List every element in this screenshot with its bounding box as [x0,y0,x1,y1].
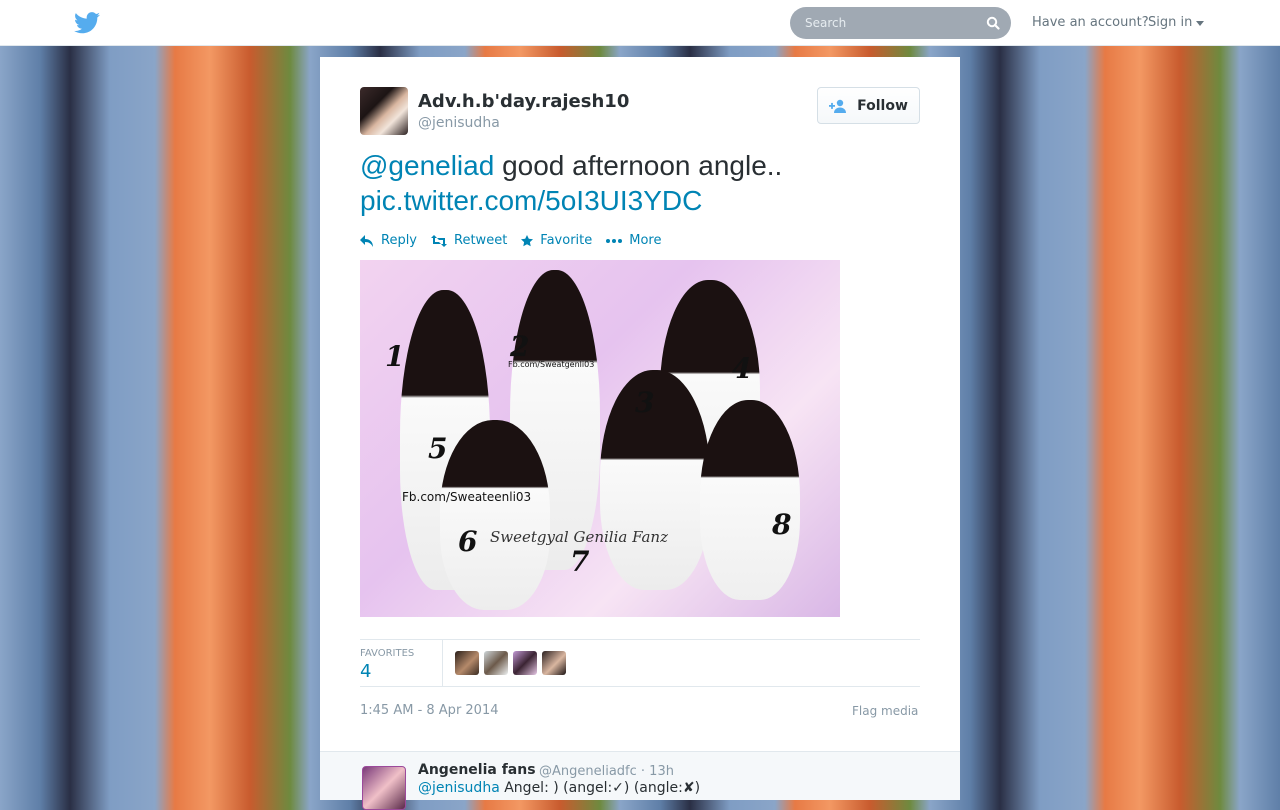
follow-label: Follow [857,97,908,114]
favorite-label: Favorite [540,233,593,248]
avatar[interactable] [362,766,406,810]
search-input[interactable] [803,15,981,31]
reply-action[interactable]: Reply [360,233,417,248]
media-signature: Sweetgyal Genilia Fanz [490,528,669,546]
tweet-actions: Reply Retweet Favorite More [360,233,661,248]
reply-label: Reply [381,233,418,248]
star-icon [521,234,534,246]
media-number: 5 [428,432,448,465]
tweet-stats: FAVORITES 4 [360,639,920,687]
media-watermark: Fb.com/Sweateenli03 [402,490,532,504]
tweet-body: good afternoon angle.. [494,150,783,181]
sign-in-button[interactable]: Sign in [1148,15,1205,30]
media-number: 2 [510,330,530,363]
more-action[interactable]: More [606,233,661,248]
favoriter-avatar[interactable] [484,651,508,675]
favorite-action[interactable]: Favorite [521,233,592,248]
add-user-icon [829,99,847,113]
tweet-timestamp[interactable]: 1:45 AM - 8 Apr 2014 [360,703,499,718]
tweet-text: @geneliad good afternoon angle.. pic.twi… [360,148,920,218]
media-number: 4 [732,352,752,385]
media-figure [440,420,550,610]
follow-button[interactable]: Follow [817,87,920,124]
retweet-label: Retweet [454,233,508,248]
reply-text: @jenisudha Angel: ) (angel:✓) (angle:✘) [418,780,700,796]
reply-user-meta[interactable]: @Angeneliadfc · 13h [539,764,674,779]
user-handle[interactable]: @jenisudha [418,115,500,131]
media-number: 1 [385,340,405,373]
tweet-media-image[interactable]: 1 2 3 4 5 6 7 8 Fb.com/Sweatgenli03 Fb.c… [360,260,840,617]
more-dots-icon [606,238,623,243]
favoriter-avatar[interactable] [542,651,566,675]
media-watermark: Fb.com/Sweatgenli03 [508,360,595,369]
media-number: 8 [772,508,792,541]
retweet-action[interactable]: Retweet [431,233,507,248]
caret-down-icon [1196,21,1205,26]
media-number: 6 [458,525,478,558]
favoriter-avatar[interactable] [513,651,537,675]
reply-tweet[interactable]: Angenelia fans @Angeneliadfc · 13h @jeni… [320,751,960,810]
favoriter-avatar[interactable] [455,651,479,675]
search-icon[interactable] [986,16,1000,30]
flag-media-link[interactable]: Flag media [852,704,918,718]
sign-in-label: Sign in [1148,15,1193,30]
twitter-bird-icon[interactable] [74,12,100,34]
favorites-label: FAVORITES [360,648,415,659]
mention-link[interactable]: @geneliad [360,150,494,181]
more-label: More [629,233,662,248]
media-number: 3 [635,386,655,419]
media-figure [700,400,800,600]
pic-link[interactable]: pic.twitter.com/5oI3UI3YDC [360,185,702,216]
favoriter-avatars [455,651,566,675]
top-bar: Have an account? Sign in [0,0,1280,46]
media-number: 7 [570,545,590,578]
retweet-icon [431,234,448,247]
user-fullname[interactable]: Adv.h.b'day.rajesh10 [418,91,629,112]
reply-user-fullname[interactable]: Angenelia fans [418,762,536,778]
stats-divider [442,640,443,687]
favorites-count[interactable]: 4 [360,661,371,682]
reply-mention-link[interactable]: @jenisudha [418,780,500,796]
avatar[interactable] [360,87,408,135]
media-figure [600,370,710,590]
reply-body: Angel: ) (angel:✓) (angle:✘) [499,780,701,796]
have-account-text: Have an account? [1032,15,1149,30]
tweet-card: Adv.h.b'day.rajesh10 @jenisudha Follow @… [320,57,960,752]
search-box[interactable] [790,7,1011,39]
reply-icon [360,234,373,247]
